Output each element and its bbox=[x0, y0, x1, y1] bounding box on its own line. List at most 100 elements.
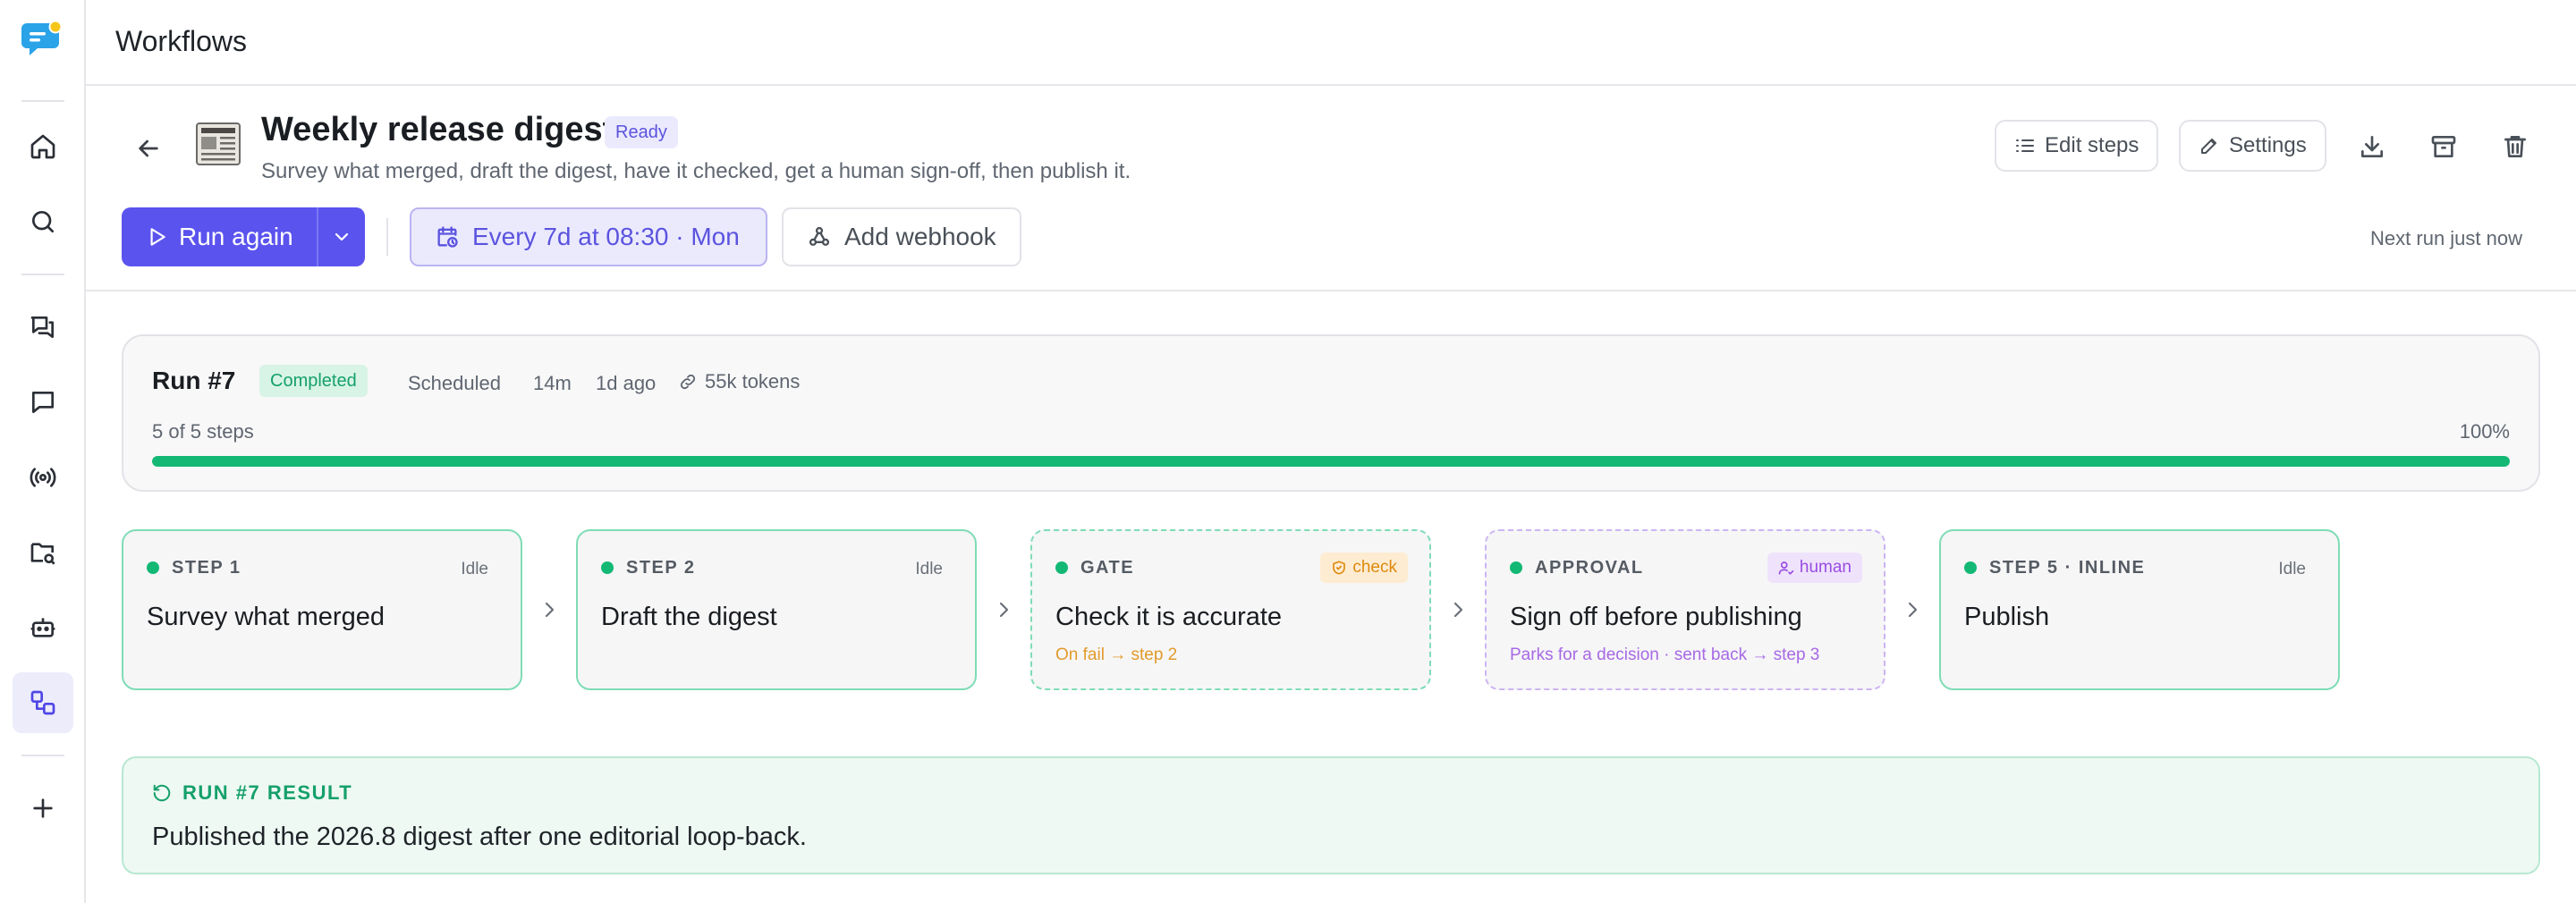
step-state: Idle bbox=[461, 560, 488, 578]
step-kind: STEP 5 · INLINE bbox=[1989, 558, 2146, 578]
step-title: Survey what merged bbox=[147, 603, 385, 631]
page-title: Workflows bbox=[115, 25, 247, 57]
step-status-dot bbox=[147, 561, 159, 574]
step-kind: STEP 2 bbox=[626, 558, 696, 578]
step-title: Publish bbox=[1964, 603, 2050, 631]
sidebar-divider bbox=[21, 274, 64, 275]
sidebar-item-search[interactable] bbox=[13, 191, 73, 252]
chevron-down-icon bbox=[331, 226, 352, 248]
step-card-approval[interactable]: APPROVAL human Sign off before publishin… bbox=[1485, 529, 1885, 690]
sidebar-item-chats[interactable] bbox=[13, 297, 73, 358]
folder-icon bbox=[29, 538, 57, 567]
step-state: Idle bbox=[2278, 560, 2306, 578]
controls-divider bbox=[386, 218, 388, 256]
archive-button[interactable] bbox=[2424, 127, 2463, 166]
run-again-button[interactable]: Run again bbox=[122, 207, 317, 266]
play-icon bbox=[145, 225, 168, 249]
step-status-dot bbox=[1055, 561, 1068, 574]
schedule-label: Every 7d at 08:30 · Mon bbox=[472, 223, 740, 250]
schedule-button[interactable]: Every 7d at 08:30 · Mon bbox=[410, 207, 767, 266]
progress-percent: 100% bbox=[2459, 420, 2510, 443]
step-title: Sign off before publishing bbox=[1510, 603, 1802, 631]
workflow-icon bbox=[29, 688, 57, 717]
edit-steps-button[interactable]: Edit steps bbox=[1995, 120, 2159, 172]
settings-button[interactable]: Settings bbox=[2179, 120, 2326, 172]
download-button[interactable] bbox=[2352, 127, 2392, 166]
archive-icon bbox=[2429, 132, 2458, 161]
step-status-dot bbox=[1510, 561, 1522, 574]
top-bar: Workflows bbox=[86, 0, 2576, 86]
search-icon bbox=[29, 207, 57, 236]
step-state: Idle bbox=[915, 560, 943, 578]
steps-count: 5 of 5 steps bbox=[152, 420, 254, 443]
run-time-ago: 1d ago bbox=[596, 372, 657, 394]
human-tag: human bbox=[1767, 553, 1862, 583]
sidebar-item-broadcast[interactable] bbox=[13, 447, 73, 508]
workflow-title: Weekly release digest bbox=[261, 111, 614, 148]
step-card-2[interactable]: STEP 2 Idle Draft the digest bbox=[576, 529, 977, 690]
trash-icon bbox=[2501, 132, 2529, 161]
sidebar-item-new[interactable] bbox=[13, 778, 73, 839]
bot-icon bbox=[29, 613, 57, 642]
webhook-icon bbox=[807, 224, 832, 249]
run-again-group: Run again bbox=[122, 207, 365, 266]
run-summary-card[interactable]: Run #7 Completed Scheduled 14m 1d ago 55… bbox=[122, 334, 2540, 492]
sidebar-item-home[interactable] bbox=[13, 116, 73, 177]
step-card-gate[interactable]: GATE check Check it is accurate On fail … bbox=[1030, 529, 1431, 690]
step-card-5[interactable]: STEP 5 · INLINE Idle Publish bbox=[1939, 529, 2340, 690]
run-trigger: Scheduled bbox=[408, 372, 501, 394]
shield-check-icon bbox=[1331, 560, 1347, 576]
run-duration: 14m bbox=[533, 372, 572, 394]
sidebar-item-workflows[interactable] bbox=[13, 672, 73, 733]
step-kind: GATE bbox=[1080, 558, 1135, 578]
status-badge: Ready bbox=[605, 116, 678, 148]
delete-button[interactable] bbox=[2496, 127, 2535, 166]
result-text: Published the 2026.8 digest after one ed… bbox=[152, 823, 807, 851]
step-status-dot bbox=[601, 561, 614, 574]
chevron-right-icon bbox=[1902, 597, 1923, 622]
arrow-left-icon bbox=[134, 134, 163, 163]
message-icon bbox=[29, 388, 57, 417]
list-icon bbox=[2014, 135, 2036, 156]
rotate-ccw-icon bbox=[152, 783, 172, 803]
app-logo[interactable] bbox=[21, 20, 64, 61]
workflow-description: Survey what merged, draft the digest, ha… bbox=[261, 159, 1131, 183]
step-title: Draft the digest bbox=[601, 603, 777, 631]
user-check-icon bbox=[1778, 560, 1794, 576]
chevron-right-icon bbox=[1447, 597, 1469, 622]
run-options-dropdown[interactable] bbox=[318, 207, 365, 266]
link-icon bbox=[678, 372, 698, 392]
progress-bar bbox=[152, 456, 2510, 467]
run-result-card: RUN #7 RESULT Published the 2026.8 diges… bbox=[122, 756, 2540, 874]
plus-icon bbox=[29, 794, 57, 823]
run-status-badge: Completed bbox=[259, 365, 368, 397]
next-run-text: Next run just now bbox=[2370, 227, 2522, 249]
sidebar-item-files[interactable] bbox=[13, 522, 73, 583]
run-again-label: Run again bbox=[179, 223, 293, 250]
add-webhook-button[interactable]: Add webhook bbox=[782, 207, 1021, 266]
sidebar-item-bots[interactable] bbox=[13, 597, 73, 658]
newspaper-icon bbox=[195, 120, 242, 168]
settings-label: Settings bbox=[2229, 133, 2307, 157]
chevron-right-icon bbox=[538, 597, 560, 622]
result-heading-label: RUN #7 RESULT bbox=[182, 781, 353, 804]
result-heading: RUN #7 RESULT bbox=[152, 781, 352, 805]
sidebar-divider bbox=[21, 755, 64, 756]
run-tokens: 55k tokens bbox=[678, 370, 800, 393]
edit-steps-label: Edit steps bbox=[2045, 133, 2140, 157]
home-icon bbox=[29, 132, 57, 161]
check-tag: check bbox=[1320, 553, 1408, 583]
step-card-1[interactable]: STEP 1 Idle Survey what merged bbox=[122, 529, 522, 690]
download-icon bbox=[2358, 132, 2386, 161]
add-webhook-label: Add webhook bbox=[844, 223, 996, 250]
step-kind: STEP 1 bbox=[172, 558, 242, 578]
section-divider bbox=[86, 290, 2576, 291]
sidebar-item-messages[interactable] bbox=[13, 372, 73, 433]
broadcast-icon bbox=[29, 463, 57, 492]
calendar-clock-icon bbox=[435, 224, 460, 249]
run-id: Run #7 bbox=[152, 367, 236, 394]
step-kind: APPROVAL bbox=[1535, 558, 1644, 578]
human-tag-label: human bbox=[1799, 558, 1852, 577]
sidebar bbox=[0, 0, 86, 903]
back-button[interactable] bbox=[129, 129, 168, 168]
